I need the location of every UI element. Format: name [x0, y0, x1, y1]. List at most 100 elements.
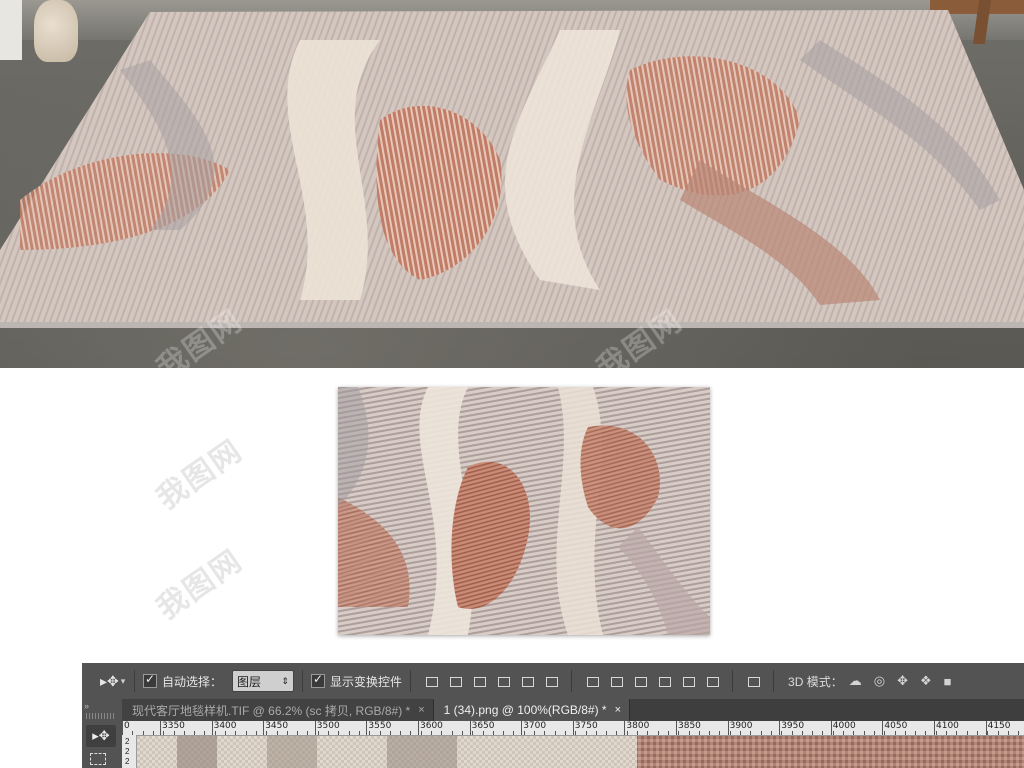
ruler-tick-label: 3350	[162, 721, 185, 731]
ruler-tick	[469, 721, 471, 735]
ruler-tick-label: 3900	[729, 721, 753, 731]
distribute-bottom-icon[interactable]	[633, 674, 648, 688]
ruler-minor-tick	[564, 731, 566, 735]
ruler-tick	[572, 721, 574, 735]
show-transform-option[interactable]: 显示变换控件	[311, 663, 402, 699]
close-icon[interactable]: ×	[418, 704, 424, 716]
ruler-minor-tick	[152, 731, 154, 735]
ruler-minor-tick	[204, 731, 206, 735]
auto-select-option[interactable]: 自动选择：	[143, 663, 222, 699]
ruler-minor-tick	[781, 731, 783, 735]
tab-document-1[interactable]: 现代客厅地毯样机.TIF @ 66.2% (sc 拷贝, RGB/8#) * ×	[122, 699, 434, 721]
ruler-minor-tick	[843, 731, 844, 735]
ruler-minor-tick	[235, 731, 237, 735]
ruler-minor-tick	[595, 731, 597, 735]
ruler-tick	[366, 721, 368, 735]
auto-select-dropdown[interactable]: 图层 ⇕	[232, 670, 295, 692]
align-bottom-icon[interactable]	[472, 674, 487, 688]
auto-select-checkbox[interactable]	[143, 672, 157, 688]
slide-3d-icon[interactable]: ❖	[920, 673, 932, 689]
distribute-top-icon[interactable]	[585, 674, 600, 688]
ruler-minor-tick	[904, 731, 906, 735]
ruler-minor-tick	[492, 731, 494, 735]
ruler-minor-tick	[225, 731, 226, 735]
ruler-minor-tick	[297, 731, 299, 735]
drag-3d-icon[interactable]: ✥	[897, 673, 908, 689]
ruler-minor-tick	[966, 731, 968, 735]
ruler-tick-label: 3950	[781, 721, 805, 731]
ruler-minor-tick	[688, 731, 690, 735]
ruler-minor-tick	[997, 731, 999, 735]
ruler-tick	[418, 721, 419, 735]
marquee-tool-button[interactable]	[90, 753, 106, 765]
scale-3d-icon[interactable]: ■	[944, 674, 952, 689]
distribute-left-icon[interactable]	[657, 674, 672, 688]
ruler-minor-tick	[606, 731, 608, 735]
ruler-minor-tick	[142, 731, 144, 735]
ruler-minor-tick	[812, 731, 814, 735]
ruler-minor-tick	[307, 731, 309, 735]
divider	[134, 670, 135, 692]
rug-perspective	[0, 10, 1024, 328]
ruler-tick	[676, 721, 677, 735]
ruler-minor-tick	[832, 731, 834, 735]
ruler-minor-tick	[575, 731, 577, 735]
ruler-minor-tick	[976, 731, 978, 735]
ruler-minor-tick	[935, 731, 937, 735]
document-canvas[interactable]	[137, 736, 1024, 768]
vertical-ruler: 222	[122, 735, 137, 768]
ruler-minor-tick	[194, 731, 196, 735]
ruler-minor-tick	[276, 731, 278, 735]
ruler-minor-tick	[884, 731, 886, 735]
ruler-minor-tick	[647, 731, 649, 735]
document-tabs: 现代客厅地毯样机.TIF @ 66.2% (sc 拷贝, RGB/8#) * ×…	[122, 699, 1024, 721]
ruler-minor-tick	[255, 731, 257, 735]
tools-panel: » ▸✥	[82, 699, 123, 768]
ruler-minor-tick	[461, 731, 463, 735]
ruler-minor-tick	[915, 731, 917, 735]
align-hcenter-icon[interactable]	[520, 674, 535, 688]
close-icon[interactable]: ×	[615, 704, 621, 716]
ruler-tick-label: 3400	[213, 721, 237, 731]
ruler-tick	[624, 721, 626, 735]
ruler-minor-tick	[729, 731, 731, 735]
ruler-tick-label: 3700	[523, 721, 547, 731]
tab-title: 现代客厅地毯样机.TIF @ 66.2% (sc 拷贝, RGB/8#) *	[132, 703, 411, 718]
panel-grip[interactable]	[86, 713, 116, 719]
rug-design-swatch	[338, 387, 710, 635]
move-tool-button[interactable]: ▸✥	[86, 725, 116, 747]
distribute-right-icon[interactable]	[705, 674, 720, 688]
ruler-minor-tick	[873, 731, 875, 735]
ruler-tick-label: 2	[125, 737, 130, 746]
ruler-tick-label: 3600	[420, 721, 443, 731]
ruler-tick-label: 4100	[936, 721, 959, 731]
ruler-minor-tick	[853, 731, 855, 735]
align-right-icon[interactable]	[544, 674, 559, 688]
ruler-tick-label: 3550	[368, 721, 392, 731]
roll-3d-icon[interactable]: ◎	[874, 673, 885, 689]
align-top-icon[interactable]	[424, 674, 439, 688]
ruler-minor-tick	[513, 731, 515, 735]
ruler-minor-tick	[369, 731, 371, 735]
ruler-tick-label: 4000	[832, 721, 856, 731]
ruler-minor-tick	[358, 731, 360, 735]
ruler-minor-tick	[163, 731, 165, 735]
auto-align-icon[interactable]	[746, 674, 761, 688]
ruler-minor-tick	[544, 731, 546, 735]
align-left-icon[interactable]	[496, 674, 511, 688]
ruler-minor-tick	[657, 731, 659, 735]
distribute-hcenter-icon[interactable]	[681, 674, 696, 688]
move-tool-preset[interactable]: ▸✥ ▾	[100, 671, 126, 691]
double-chevron-icon[interactable]: »	[84, 701, 89, 711]
room-scene-image	[0, 0, 1024, 368]
tab-document-2[interactable]: 1 (34).png @ 100%(RGB/8#) * ×	[433, 699, 631, 721]
show-transform-checkbox[interactable]	[311, 672, 326, 688]
ruler-minor-tick	[616, 731, 618, 735]
align-vcenter-icon[interactable]	[448, 674, 463, 688]
ruler-minor-tick	[328, 731, 329, 735]
ruler-minor-tick	[523, 731, 525, 735]
rotate-3d-icon[interactable]: ☁	[849, 673, 862, 689]
ruler-tick	[521, 721, 523, 735]
distribute-vcenter-icon[interactable]	[609, 674, 624, 688]
ruler-tick	[830, 721, 832, 735]
